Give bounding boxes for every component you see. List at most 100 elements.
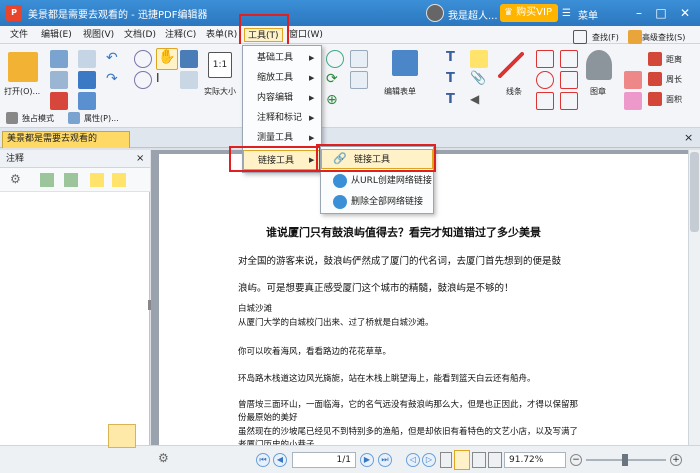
first-page-icon[interactable]: ⏮ [256,453,270,467]
pentagon-icon[interactable] [560,50,578,68]
close-tab-icon[interactable]: × [684,131,693,144]
menu-file[interactable]: 文件 [7,28,31,42]
settings-gear-icon[interactable]: ⚙ [158,451,169,465]
close-icon[interactable]: ✕ [676,4,694,22]
polyline-icon[interactable] [560,92,578,110]
highlight-icon[interactable] [624,92,642,110]
perimeter-icon[interactable] [648,72,662,86]
menu-window[interactable]: 窗口(W) [286,28,326,42]
open-label[interactable]: 打开(O)... [4,86,40,97]
select-text-icon[interactable]: I [156,71,174,89]
area-label[interactable]: 面积 [666,94,682,105]
page-number-input[interactable]: 1/1 [292,452,356,468]
next-page-icon[interactable]: ▶ [360,453,374,467]
print-icon[interactable] [50,71,68,89]
user-name[interactable]: 我是超人... [448,7,498,22]
two-page-continuous-icon[interactable] [488,452,502,468]
find-icon[interactable] [573,30,587,44]
continuous-page-icon[interactable] [454,450,470,470]
gear-icon[interactable]: ⚙ [10,172,21,186]
reply-icon[interactable] [90,173,104,187]
rotate-icon[interactable]: ⟳ [326,71,344,89]
back-icon[interactable] [134,50,152,68]
properties-icon[interactable] [68,112,80,124]
sound-icon[interactable]: ◀ [470,92,488,110]
back-view-icon[interactable]: ◁ [406,453,420,467]
zoom-select[interactable]: 91.72% [504,452,566,468]
menu-comment[interactable]: 注释(C) [162,28,199,42]
two-page-icon[interactable] [472,452,486,468]
exclusive-mode-label[interactable]: 独占模式 [22,113,54,124]
avatar[interactable] [426,4,444,22]
polygon-icon[interactable] [536,50,554,68]
stamp-label[interactable]: 图章 [590,86,606,97]
zoom-slider-thumb[interactable] [622,454,628,466]
comment-note-icon[interactable] [108,424,136,448]
actual-size-icon[interactable]: 1:1 [208,52,232,78]
hand-icon[interactable]: ✋ [156,48,178,70]
forward-view-icon[interactable]: ▷ [422,453,436,467]
zoom-in-status-icon[interactable]: + [670,454,682,466]
folder-open-icon[interactable] [8,52,38,82]
collapse-icon[interactable] [64,173,78,187]
undo-icon[interactable]: ↶ [106,50,124,68]
add-icon[interactable]: ⊕ [326,92,344,110]
exclusive-mode-icon[interactable] [6,112,18,124]
main-menu-button[interactable]: 菜单 [578,7,598,22]
find-label[interactable]: 查找(F) [592,32,619,43]
page-icon[interactable] [350,50,368,68]
maximize-icon[interactable]: □ [652,4,670,22]
scroll-thumb[interactable] [690,152,699,232]
camera-icon[interactable] [180,50,198,68]
pages-icon[interactable] [350,71,368,89]
export-icon[interactable] [50,92,68,110]
actual-size-label[interactable]: 实际大小 [204,86,236,97]
typewriter-icon[interactable]: T [446,71,464,89]
edit-form-label[interactable]: 编辑表单 [384,86,416,97]
vertical-scrollbar[interactable] [688,150,700,445]
advanced-find-label[interactable]: 高级查找(S) [642,32,685,43]
last-page-icon[interactable]: ⏭ [378,453,392,467]
rectangle-icon[interactable] [536,92,554,110]
properties-label[interactable]: 属性(P)... [84,113,119,124]
callout-icon[interactable]: T [446,92,464,110]
eraser-icon[interactable] [624,71,642,89]
menu-form[interactable]: 表单(R) [203,28,240,42]
panel-close-icon[interactable]: × [136,153,144,164]
select-area-icon[interactable] [180,71,198,89]
menu-document[interactable]: 文档(D) [121,28,159,42]
save-icon[interactable] [50,50,68,68]
zoom-out-icon[interactable]: − [570,454,582,466]
edit-form-icon[interactable] [392,50,418,76]
doc-line4a: 曾厝垵三面环山，一面临海，它的名气远没有鼓浪屿那么大，但是也正因此，才得以保留那 [238,400,579,410]
menu-icon[interactable]: ☰ [562,8,571,19]
new-icon[interactable] [78,50,96,68]
stamp-icon[interactable] [586,50,612,80]
distance-icon[interactable] [648,52,662,66]
ellipse-icon[interactable] [536,71,554,89]
distance-label[interactable]: 距离 [666,54,682,65]
menu-edit[interactable]: 编辑(E) [38,28,75,42]
single-page-icon[interactable] [440,452,452,468]
attach-icon[interactable]: 📎 [470,71,488,89]
zoom-in-icon[interactable] [326,50,344,68]
text-icon[interactable]: T [446,50,464,68]
perimeter-label[interactable]: 周长 [666,74,682,85]
area-icon[interactable] [648,92,662,106]
advanced-find-icon[interactable] [628,30,642,44]
filter-icon[interactable] [112,173,126,187]
buy-vip-button[interactable]: ♛ 购买VIP [500,4,558,22]
document-tab[interactable]: 美景都是需要去观看的 [2,131,130,148]
import-icon[interactable] [78,92,96,110]
menu-view[interactable]: 视图(V) [80,28,117,42]
forward-icon[interactable] [134,71,152,89]
line-label[interactable]: 线条 [506,86,522,97]
redo-icon[interactable]: ↷ [106,71,124,89]
mail-icon[interactable] [78,71,96,89]
note-icon[interactable] [470,50,488,68]
cloud-icon[interactable] [560,71,578,89]
prev-page-icon[interactable]: ◀ [273,453,287,467]
minimize-icon[interactable]: – [630,4,648,22]
line-icon[interactable] [498,52,524,78]
expand-icon[interactable] [40,173,54,187]
